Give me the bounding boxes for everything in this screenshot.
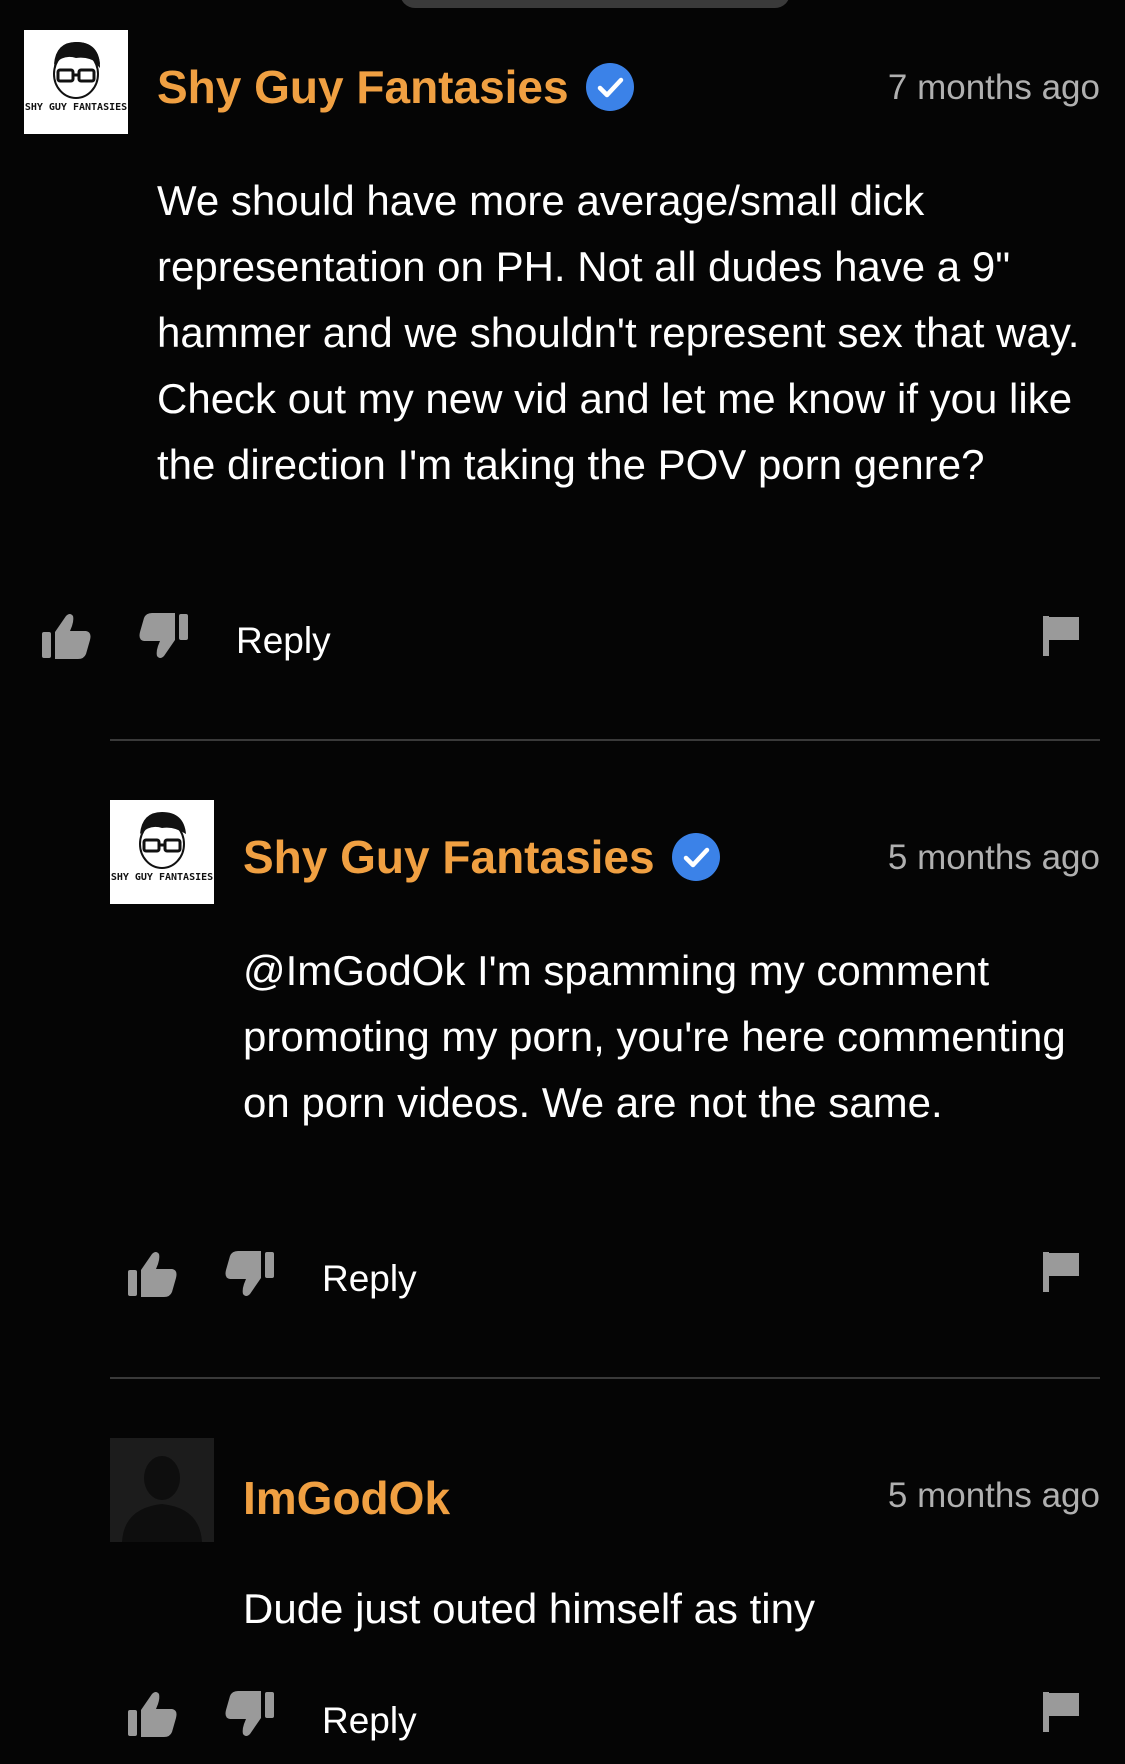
avatar[interactable]: SHY GUY FANTASIES (24, 30, 128, 134)
default-user-icon (110, 1438, 214, 1542)
comment-divider (110, 739, 1100, 741)
shy-guy-logo-icon: SHY GUY FANTASIES (111, 812, 213, 883)
comment-divider (110, 1377, 1100, 1379)
username[interactable]: Shy Guy Fantasies (157, 61, 635, 113)
thumbs-up-icon[interactable] (40, 612, 92, 660)
comment-text: Dude just outed himself as tiny (243, 1585, 815, 1632)
thumbs-down-icon[interactable] (224, 1690, 276, 1738)
username-label: Shy Guy Fantasies (157, 61, 569, 113)
thumbs-down-icon[interactable] (224, 1250, 276, 1298)
comment-actions: Reply (0, 612, 1125, 672)
avatar[interactable] (110, 1438, 214, 1542)
comment-actions: Reply (0, 1690, 1125, 1750)
verified-badge-icon (671, 832, 720, 881)
verified-badge-icon (585, 62, 634, 111)
timestamp: 5 months ago (887, 1476, 1100, 1515)
comment-actions: Reply (0, 1250, 1125, 1310)
reply-button[interactable]: Reply (322, 1260, 417, 1297)
avatar-logo-text: SHY GUY FANTASIES (25, 102, 127, 113)
timestamp: 5 months ago (887, 838, 1100, 877)
username-label: ImGodOk (243, 1472, 451, 1524)
reply-button[interactable]: Reply (322, 1702, 417, 1739)
thumbs-up-icon[interactable] (126, 1250, 178, 1298)
timestamp: 7 months ago (887, 68, 1100, 107)
reply-button[interactable]: Reply (236, 622, 331, 659)
sheet-drag-handle[interactable] (400, 0, 790, 8)
thumbs-down-icon[interactable] (138, 612, 190, 660)
flag-icon[interactable] (1041, 614, 1083, 658)
username[interactable]: ImGodOk (243, 1475, 450, 1521)
shy-guy-logo-icon: SHY GUY FANTASIES (25, 42, 127, 113)
avatar-logo-text: SHY GUY FANTASIES (111, 872, 213, 883)
flag-icon[interactable] (1041, 1690, 1083, 1734)
avatar[interactable]: SHY GUY FANTASIES (110, 800, 214, 904)
flag-icon[interactable] (1041, 1250, 1083, 1294)
thumbs-up-icon[interactable] (126, 1690, 178, 1738)
username[interactable]: Shy Guy Fantasies (243, 831, 721, 883)
comment-text: @ImGodOk I'm spamming my comment promoti… (243, 947, 1066, 1126)
username-label: Shy Guy Fantasies (243, 831, 655, 883)
comment-text: We should have more average/small dick r… (157, 177, 1080, 488)
